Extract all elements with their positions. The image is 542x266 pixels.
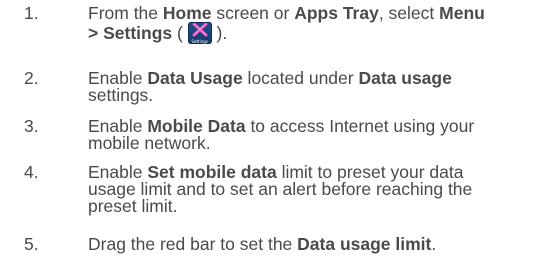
text-segment: ( (172, 23, 188, 43)
settings-icon-label: Settings (191, 39, 208, 44)
step-number: 3. (24, 116, 39, 136)
text-segment: to access Internet using your (245, 116, 475, 136)
text-segment: ). (211, 23, 228, 43)
step-text: Enable Data Usage located under Data usa… (88, 68, 538, 105)
text-segment: Drag the red bar to set the (88, 234, 298, 254)
text-segment: From the (88, 3, 163, 23)
data-usage-term: Data Usage (147, 68, 243, 88)
text-segment: located under (242, 68, 359, 88)
step-text: From the Home screen or Apps Tray, selec… (88, 3, 538, 44)
text-segment: , select (378, 3, 440, 23)
text-segment: mobile network. (88, 133, 211, 153)
step-number: 5. (24, 234, 39, 254)
settings-term: > Settings (88, 23, 173, 43)
apps-tray-term: Apps Tray (294, 3, 379, 23)
step-text: Drag the red bar to set the Data usage l… (88, 234, 538, 254)
text-segment: screen or (211, 3, 295, 23)
text-segment: preset limit. (88, 196, 178, 216)
data-usage-settings-term: Data usage (358, 68, 452, 88)
step-text: Enable Mobile Data to access Internet us… (88, 116, 538, 153)
text-segment: settings. (88, 85, 154, 105)
text-segment: . (431, 234, 437, 254)
data-usage-limit-term: Data usage limit (297, 234, 432, 254)
step-number: 4. (24, 162, 39, 182)
wrench-screwdriver-icon (192, 23, 208, 37)
home-term: Home (162, 3, 212, 23)
menu-term: Menu (439, 3, 485, 23)
step-number: 1. (24, 3, 39, 23)
step-number: 2. (24, 68, 39, 88)
step-text: Enable Set mobile data limit to preset y… (88, 163, 538, 216)
settings-app-icon: Settings (187, 22, 212, 44)
